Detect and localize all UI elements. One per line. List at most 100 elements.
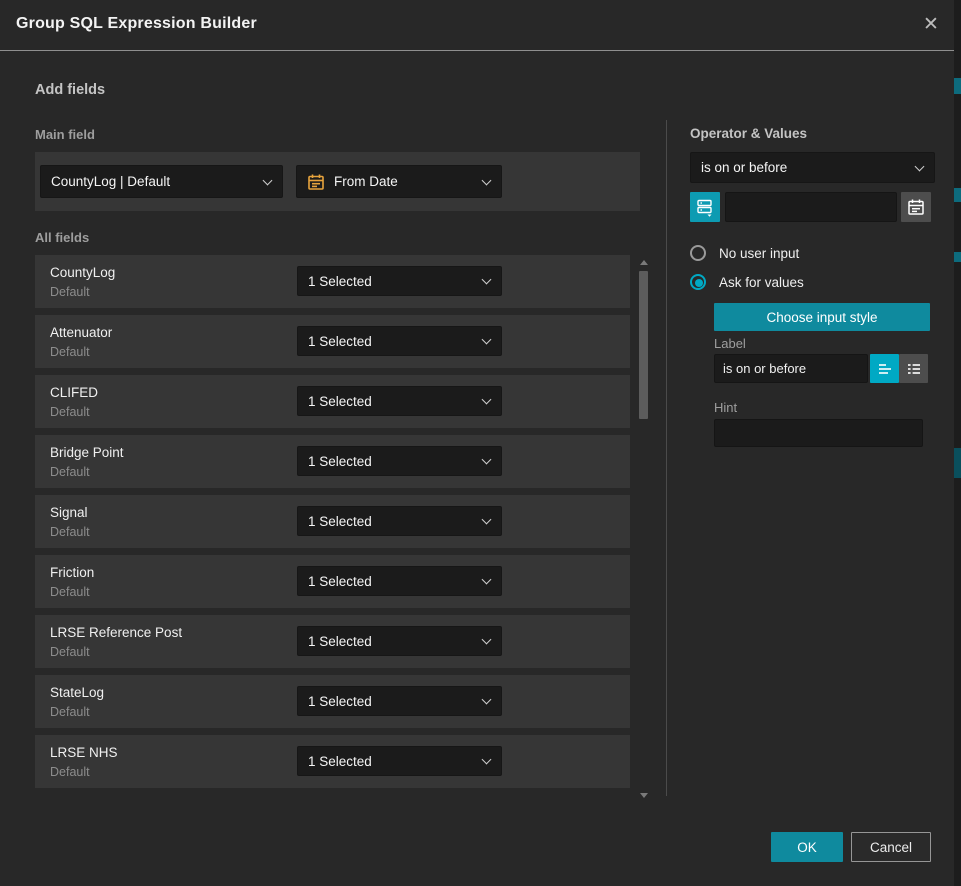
main-field-layer-dropdown-value: CountyLog | Default: [51, 174, 170, 189]
title-divider: [0, 50, 954, 51]
field-selection-value: 1 Selected: [308, 574, 372, 589]
field-selection-dropdown[interactable]: 1 Selected: [297, 746, 502, 776]
group-sql-expression-builder-dialog: Group SQL Expression Builder ✕ Add field…: [0, 0, 954, 886]
chevron-down-icon: [482, 175, 492, 185]
operator-dropdown-value: is on or before: [701, 160, 787, 175]
field-row: Friction Default 1 Selected: [35, 555, 630, 608]
add-fields-heading: Add fields: [35, 82, 105, 98]
field-row: Attenuator Default 1 Selected: [35, 315, 630, 368]
field-name: CLIFED: [50, 385, 98, 400]
unique-values-button[interactable]: [690, 192, 720, 222]
field-selection-value: 1 Selected: [308, 334, 372, 349]
field-name: StateLog: [50, 685, 104, 700]
scrollbar-thumb[interactable]: [639, 271, 648, 419]
field-row: CLIFED Default 1 Selected: [35, 375, 630, 428]
field-name: Attenuator: [50, 325, 112, 340]
field-row: CountyLog Default 1 Selected: [35, 255, 630, 308]
field-sublabel: Default: [50, 705, 90, 719]
dialog-title: Group SQL Expression Builder: [16, 15, 257, 33]
label-input[interactable]: [714, 354, 868, 383]
radio-icon: [690, 245, 706, 261]
chevron-down-icon: [482, 575, 492, 585]
field-row: Bridge Point Default 1 Selected: [35, 435, 630, 488]
field-sublabel: Default: [50, 285, 90, 299]
field-name: Signal: [50, 505, 88, 520]
choose-input-style-button[interactable]: Choose input style: [714, 303, 930, 331]
operator-values-heading: Operator & Values: [690, 126, 807, 141]
field-selection-dropdown[interactable]: 1 Selected: [297, 326, 502, 356]
single-line-input-style-button[interactable]: [870, 354, 899, 383]
field-selection-value: 1 Selected: [308, 694, 372, 709]
cancel-button[interactable]: Cancel: [851, 832, 931, 862]
radio-ask-for-values[interactable]: Ask for values: [690, 274, 804, 290]
chevron-down-icon: [482, 515, 492, 525]
calendar-icon: [307, 173, 325, 191]
radio-label: Ask for values: [719, 275, 804, 290]
field-row: Signal Default 1 Selected: [35, 495, 630, 548]
main-field-layer-dropdown[interactable]: CountyLog | Default: [40, 165, 283, 198]
field-selection-value: 1 Selected: [308, 274, 372, 289]
operator-dropdown[interactable]: is on or before: [690, 152, 935, 183]
date-picker-button[interactable]: [901, 192, 931, 222]
background-accent: [954, 252, 961, 262]
chevron-down-icon: [482, 755, 492, 765]
field-sublabel: Default: [50, 345, 90, 359]
main-field-date-dropdown-value: From Date: [334, 174, 398, 189]
field-selection-dropdown[interactable]: 1 Selected: [297, 446, 502, 476]
field-sublabel: Default: [50, 405, 90, 419]
field-name: LRSE NHS: [50, 745, 118, 760]
field-selection-value: 1 Selected: [308, 454, 372, 469]
chevron-down-icon: [915, 161, 925, 171]
main-field-panel: CountyLog | Default From Date: [35, 152, 640, 211]
main-field-date-dropdown[interactable]: From Date: [296, 165, 502, 198]
field-name: LRSE Reference Post: [50, 625, 182, 640]
field-selection-value: 1 Selected: [308, 394, 372, 409]
field-sublabel: Default: [50, 765, 90, 779]
background-accent: [954, 78, 961, 94]
value-input[interactable]: [725, 192, 897, 222]
field-selection-dropdown[interactable]: 1 Selected: [297, 686, 502, 716]
field-name: Friction: [50, 565, 94, 580]
chevron-down-icon: [482, 335, 492, 345]
scroll-down-icon[interactable]: [640, 793, 648, 798]
background-app-strip: [954, 0, 961, 886]
field-selection-dropdown[interactable]: 1 Selected: [297, 566, 502, 596]
field-sublabel: Default: [50, 585, 90, 599]
label-field-label: Label: [714, 336, 746, 351]
field-sublabel: Default: [50, 465, 90, 479]
main-field-label: Main field: [35, 127, 95, 142]
field-row: StateLog Default 1 Selected: [35, 675, 630, 728]
field-selection-dropdown[interactable]: 1 Selected: [297, 626, 502, 656]
scroll-up-icon[interactable]: [640, 260, 648, 265]
close-icon[interactable]: ✕: [920, 14, 942, 36]
field-row: LRSE NHS Default 1 Selected: [35, 735, 630, 788]
chevron-down-icon: [482, 275, 492, 285]
field-selection-dropdown[interactable]: 1 Selected: [297, 266, 502, 296]
hint-input[interactable]: [714, 419, 923, 447]
radio-no-user-input[interactable]: No user input: [690, 245, 799, 261]
chevron-down-icon: [482, 455, 492, 465]
all-fields-list: CountyLog Default 1 Selected Attenuator …: [35, 255, 655, 800]
field-selection-value: 1 Selected: [308, 514, 372, 529]
list-input-style-button[interactable]: [899, 354, 928, 383]
hint-field-label: Hint: [714, 400, 737, 415]
radio-icon: [690, 274, 706, 290]
dialog-titlebar: Group SQL Expression Builder ✕: [0, 0, 954, 50]
background-accent: [954, 448, 961, 478]
field-row: LRSE Reference Post Default 1 Selected: [35, 615, 630, 668]
field-name: CountyLog: [50, 265, 115, 280]
field-selection-dropdown[interactable]: 1 Selected: [297, 506, 502, 536]
ok-button[interactable]: OK: [771, 832, 843, 862]
field-sublabel: Default: [50, 525, 90, 539]
panel-divider: [666, 120, 667, 796]
background-accent: [954, 188, 961, 202]
all-fields-scrollbar[interactable]: [638, 258, 650, 798]
field-name: Bridge Point: [50, 445, 124, 460]
chevron-down-icon: [482, 695, 492, 705]
radio-label: No user input: [719, 246, 799, 261]
field-selection-dropdown[interactable]: 1 Selected: [297, 386, 502, 416]
chevron-down-icon: [482, 395, 492, 405]
field-sublabel: Default: [50, 645, 90, 659]
field-selection-value: 1 Selected: [308, 754, 372, 769]
all-fields-label: All fields: [35, 230, 89, 245]
